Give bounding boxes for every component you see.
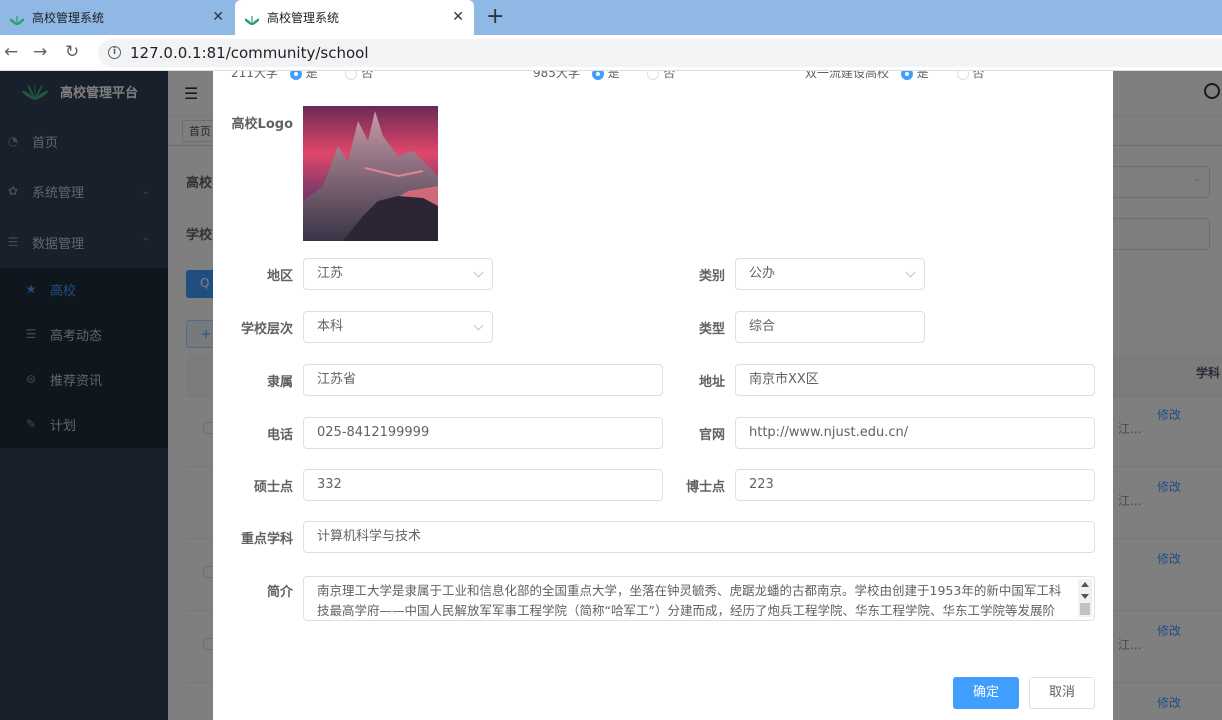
radio-group-label: 211大学: [231, 71, 278, 80]
doctors-value: 223: [749, 477, 774, 492]
key-subject-input[interactable]: 计算机科学与技术: [303, 521, 1095, 553]
radio-group-double-first: 双一流建设高校 是 否: [805, 71, 1045, 83]
masters-value: 332: [317, 477, 342, 492]
radio-label: 是: [916, 71, 929, 80]
phone-input[interactable]: 025-8412199999: [303, 417, 663, 449]
url-text: 127.0.0.1:81/community/school: [130, 44, 369, 62]
affiliation-input[interactable]: 江苏省: [303, 364, 663, 396]
radio-group-label: 985大学: [533, 71, 580, 80]
url-field[interactable]: i 127.0.0.1:81/community/school: [98, 39, 1222, 67]
level-select[interactable]: 本科: [303, 311, 493, 343]
browser-tab-2[interactable]: 高校管理系统 ✕: [235, 0, 474, 35]
cancel-button[interactable]: 取消: [1029, 677, 1095, 709]
region-value: 江苏: [317, 266, 344, 281]
forward-button[interactable]: →: [33, 42, 47, 62]
key-subject-label: 重点学科: [240, 532, 293, 547]
radio-label: 否: [361, 71, 374, 80]
masters-label: 硕士点: [253, 480, 293, 495]
website-input[interactable]: http://www.njust.edu.cn/: [735, 417, 1095, 449]
address-input[interactable]: 南京市XX区: [735, 364, 1095, 396]
level-label: 学校层次: [240, 322, 293, 337]
type-input[interactable]: 综合: [735, 311, 925, 343]
region-select[interactable]: 江苏: [303, 258, 493, 290]
level-value: 本科: [317, 319, 344, 334]
confirm-button[interactable]: 确定: [953, 677, 1019, 709]
affiliation-label: 隶属: [266, 375, 293, 390]
radio-label: 是: [305, 71, 318, 80]
radio-group-985: 985大学 是 否: [533, 71, 733, 83]
region-label: 地区: [266, 269, 293, 284]
leaf-icon: [10, 11, 24, 25]
tab-title: 高校管理系统: [32, 11, 105, 25]
radio-no[interactable]: [647, 71, 660, 80]
new-tab-button[interactable]: +: [486, 5, 504, 29]
category-value: 公办: [749, 266, 776, 281]
radio-label: 否: [663, 71, 676, 80]
website-label: 官网: [698, 428, 725, 443]
chevron-down-icon: [473, 320, 484, 331]
browser-tab-1[interactable]: 高校管理系统 ✕: [0, 0, 234, 35]
radio-group-211: 211大学 是 否: [231, 71, 431, 83]
address-label: 地址: [698, 375, 725, 390]
radio-yes[interactable]: [591, 71, 604, 80]
leaf-icon: [245, 11, 259, 25]
intro-value: 南京理工大学是隶属于工业和信息化部的全国重点大学，坐落在钟灵毓秀、虎踞龙蟠的古都…: [317, 583, 1062, 618]
info-icon[interactable]: i: [108, 46, 121, 59]
intro-textarea[interactable]: 南京理工大学是隶属于工业和信息化部的全国重点大学，坐落在钟灵毓秀、虎踞龙蟠的古都…: [303, 576, 1095, 621]
scroll-down-icon[interactable]: [1081, 594, 1089, 599]
scroll-up-icon[interactable]: [1081, 582, 1089, 587]
textarea-scrollbar[interactable]: [1078, 579, 1092, 617]
close-icon[interactable]: ✕: [212, 9, 224, 25]
affiliation-value: 江苏省: [317, 372, 357, 387]
phone-label: 电话: [266, 428, 293, 443]
back-button[interactable]: ←: [4, 42, 18, 62]
radio-label: 否: [972, 71, 985, 80]
edit-school-dialog: 211大学 是 否 985大学 是 否 双一流建设高校 是 否 高校Logo 地…: [213, 71, 1113, 720]
radio-yes[interactable]: [289, 71, 302, 80]
close-icon[interactable]: ✕: [452, 9, 464, 25]
logo-label: 高校Logo: [231, 117, 293, 132]
radio-no[interactable]: [345, 71, 358, 80]
category-select[interactable]: 公办: [735, 258, 925, 290]
website-value: http://www.njust.edu.cn/: [749, 425, 909, 440]
address-bar: ← → ↻ i 127.0.0.1:81/community/school: [0, 35, 1222, 71]
type-label: 类型: [698, 322, 725, 337]
reload-button[interactable]: ↻: [65, 42, 79, 62]
address-value: 南京市XX区: [749, 372, 819, 387]
type-value: 综合: [749, 319, 776, 334]
masters-input[interactable]: 332: [303, 469, 663, 501]
intro-label: 简介: [266, 585, 293, 600]
school-logo-image[interactable]: [303, 106, 438, 241]
doctors-label: 博士点: [685, 480, 725, 495]
category-label: 类别: [698, 269, 725, 284]
chevron-down-icon: [473, 267, 484, 278]
phone-value: 025-8412199999: [317, 425, 430, 440]
scroll-thumb[interactable]: [1080, 603, 1090, 615]
radio-yes[interactable]: [900, 71, 913, 80]
radio-no[interactable]: [956, 71, 969, 80]
radio-label: 是: [607, 71, 620, 80]
tab-title: 高校管理系统: [267, 11, 340, 25]
key-subject-value: 计算机科学与技术: [317, 529, 422, 544]
radio-group-label: 双一流建设高校: [805, 71, 890, 80]
chevron-down-icon: [905, 267, 916, 278]
doctors-input[interactable]: 223: [735, 469, 1095, 501]
browser-tabbar: 高校管理系统 ✕ 高校管理系统 ✕ +: [0, 0, 1222, 35]
